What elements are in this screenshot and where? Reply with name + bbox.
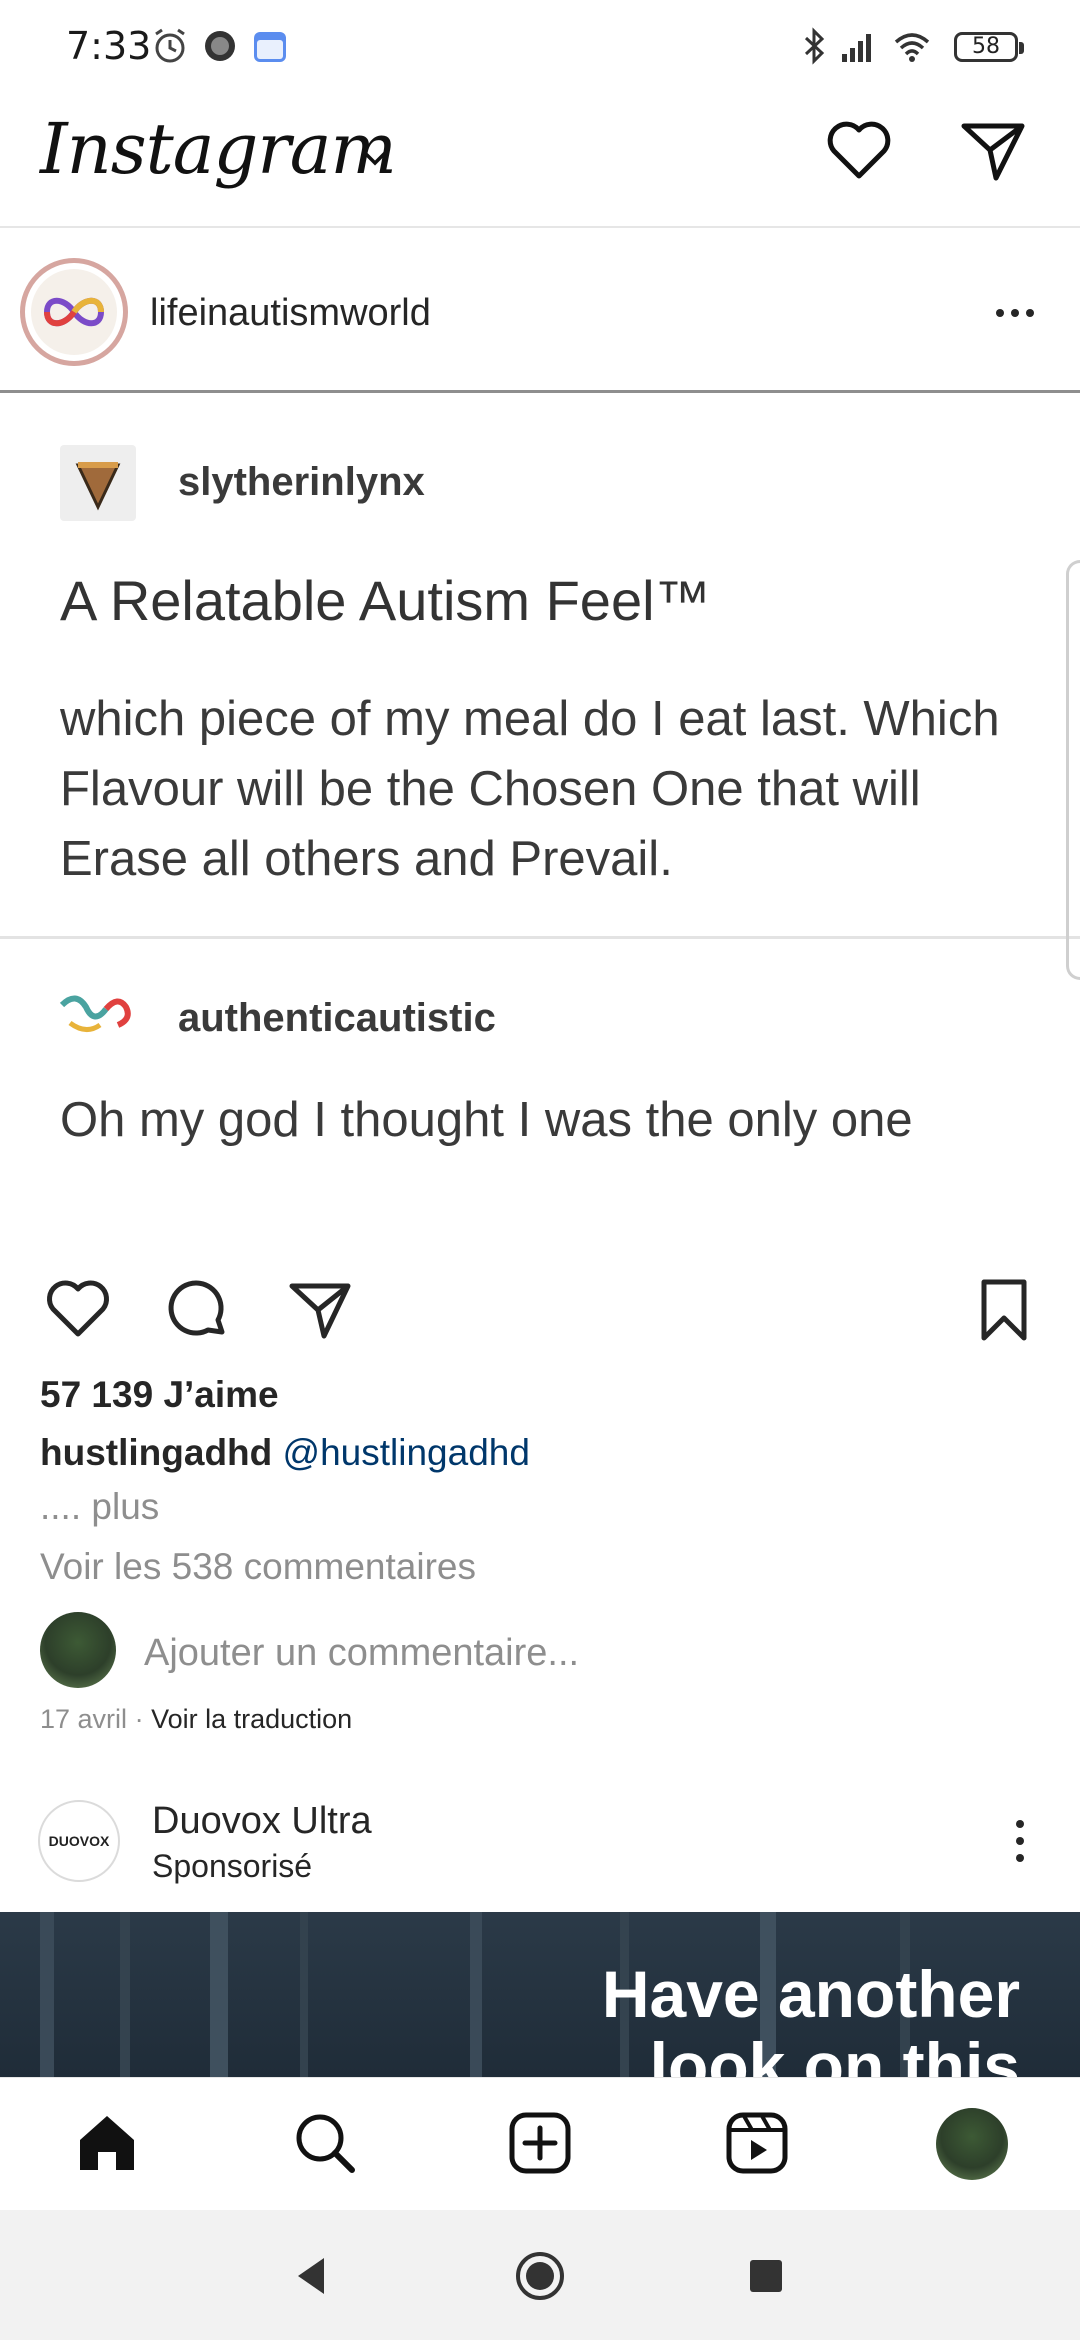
tumblr-post-body: which piece of my meal do I eat last. Wh… <box>60 684 1040 894</box>
tumblr-username-reply: authenticautistic <box>178 996 496 1040</box>
post-author-avatar[interactable] <box>20 258 128 366</box>
caption-mention-link[interactable]: @hustlingadhd <box>283 1432 530 1473</box>
more-options-icon[interactable] <box>990 298 1040 328</box>
profile-tab-avatar[interactable] <box>936 2108 1008 2180</box>
recent-apps-icon[interactable] <box>738 2248 794 2304</box>
alarm-icon <box>155 28 185 63</box>
header-divider <box>0 226 1080 228</box>
wifi-icon <box>894 33 930 62</box>
heart-icon[interactable] <box>824 116 894 186</box>
post-caption: hustlingadhd @hustlingadhd <box>40 1432 530 1474</box>
record-dot-icon <box>205 31 235 61</box>
new-post-icon[interactable] <box>505 2108 575 2178</box>
share-icon[interactable] <box>286 1276 354 1344</box>
home-circle-icon[interactable] <box>512 2248 568 2304</box>
post-date-line: 17 avril · Voir la traduction <box>40 1704 352 1735</box>
calendar-app-icon <box>254 32 286 62</box>
add-comment-input[interactable]: Ajouter un commentaire... <box>144 1632 579 1675</box>
tumblr-avatar-slytherinlynx <box>60 445 136 521</box>
signal-icon <box>842 34 871 62</box>
tumblr-body-line: Flavour will be the Chosen One that will <box>60 762 921 816</box>
tumblr-username-op: slytherinlynx <box>178 460 425 504</box>
side-scroll-handle <box>1066 560 1080 980</box>
reels-icon[interactable] <box>722 2108 792 2178</box>
tumblr-separator <box>0 936 1080 939</box>
status-time: 7:33 <box>66 24 152 68</box>
save-bookmark-icon[interactable] <box>970 1276 1038 1344</box>
like-heart-icon[interactable] <box>44 1276 112 1344</box>
sponsored-label: Sponsorisé <box>152 1848 313 1884</box>
direct-message-icon[interactable] <box>958 116 1028 186</box>
pizza-slice-icon <box>75 462 121 511</box>
ad-headline: Have another look on this <box>602 1958 1020 2077</box>
battery-indicator: 58 <box>954 32 1024 62</box>
back-icon[interactable] <box>284 2248 340 2304</box>
search-icon[interactable] <box>290 2108 360 2178</box>
instagram-logo[interactable]: Instagram <box>40 108 397 190</box>
view-comments-link[interactable]: Voir les 538 commentaires <box>40 1546 476 1588</box>
sponsor-name[interactable]: Duovox Ultra <box>152 1800 372 1843</box>
tumblr-body-line: which piece of my meal do I eat last. Wh… <box>60 692 1000 746</box>
home-icon[interactable] <box>72 2108 142 2178</box>
current-user-avatar <box>40 1612 116 1688</box>
sponsor-avatar[interactable]: DUOVOX <box>38 1800 120 1882</box>
tumblr-avatar-authenticautistic <box>59 995 131 1032</box>
ad-headline-line: Have another <box>601 1957 1020 2031</box>
ad-headline-line: look on this <box>649 2029 1020 2077</box>
see-translation-link[interactable]: Voir la traduction <box>151 1704 352 1734</box>
caption-username[interactable]: hustlingadhd <box>40 1432 272 1473</box>
infinity-logo-icon <box>43 297 105 327</box>
comment-icon[interactable] <box>164 1276 232 1344</box>
date-separator: · <box>134 1704 144 1734</box>
tumblr-body-line: Erase all others and Prevail. <box>60 832 673 886</box>
bluetooth-icon <box>804 27 825 65</box>
likes-count[interactable]: 57 139 J’aime <box>40 1374 279 1416</box>
tumblr-post-title: A Relatable Autism Feel™ <box>60 569 711 632</box>
post-author-username[interactable]: lifeinautismworld <box>150 292 431 335</box>
caption-more-link[interactable]: .... plus <box>40 1486 159 1528</box>
post-date: 17 avril <box>40 1704 128 1734</box>
ad-image[interactable]: Have another look on this <box>0 1912 1080 2077</box>
tumblr-reply-text: Oh my god I thought I was the only one <box>60 1093 913 1147</box>
chevron-down-icon[interactable] <box>360 148 390 168</box>
sponsor-more-options-icon[interactable] <box>1010 1816 1030 1866</box>
